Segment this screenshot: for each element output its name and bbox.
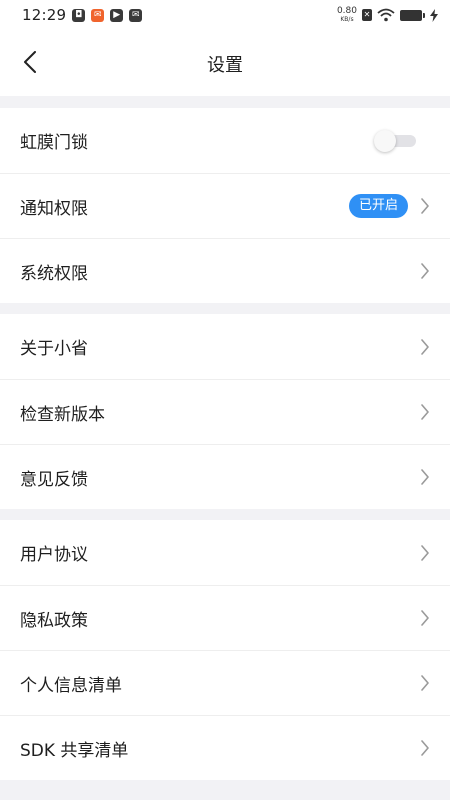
settings-group-legal: 用户协议 隐私政策 个人信息清单 SDK 共享清单 [0,520,450,780]
status-left: 12:29 ◘ ✉ ▶ ✉ [22,6,143,24]
settings-row-system-permission[interactable]: 系统权限 [0,238,450,303]
settings-group-about: 关于小省 检查新版本 意见反馈 [0,314,450,509]
page-title: 设置 [207,55,243,76]
chevron-right-icon [421,610,429,626]
row-label: 隐私政策 [20,610,88,631]
net-speed-unit: KB/s [340,16,354,23]
charging-icon [430,8,438,22]
chevron-right-icon [421,469,429,485]
row-label: 检查新版本 [20,404,105,425]
row-label: 关于小省 [20,339,88,359]
settings-row-feedback[interactable]: 意见反馈 [0,444,450,509]
iris-lock-toggle[interactable] [374,129,416,152]
chevron-right-icon [421,544,429,561]
wifi-icon [377,8,395,22]
settings-row-check-update[interactable]: 检查新版本 [0,379,450,444]
row-label: 通知权限 [20,198,88,219]
chevron-right-icon [421,338,429,355]
settings-group-permissions: 虹膜门锁 通知权限 已开启 系统权限 [0,108,450,303]
chevron-right-icon [421,263,429,279]
settings-row-iris-lock: 虹膜门锁 [0,108,450,173]
row-label: 意见反馈 [20,469,88,490]
row-label: 虹膜门锁 [20,133,88,153]
app-notification-icon-4: ✉ [129,8,143,22]
row-label: SDK 共享清单 [20,740,129,761]
status-right: 0.80 KB/s ✕ [337,7,438,23]
battery-icon [400,9,425,21]
chevron-right-icon [421,740,429,756]
status-bar: 12:29 ◘ ✉ ▶ ✉ 0.80 KB/s ✕ [0,0,450,30]
row-label: 个人信息清单 [20,675,122,696]
chevron-right-icon [421,404,429,420]
settings-row-sdk-sharing-list[interactable]: SDK 共享清单 [0,715,450,780]
row-label: 用户协议 [20,545,88,565]
app-notification-icon-2: ✉ [91,8,105,22]
status-time: 12:29 [22,6,67,24]
chevron-right-icon [421,198,429,214]
status-badge: 已开启 [348,194,408,218]
settings-row-user-agreement[interactable]: 用户协议 [0,520,450,585]
sim-icon: ✕ [362,9,372,21]
settings-row-about[interactable]: 关于小省 [0,314,450,379]
row-label: 系统权限 [20,263,88,284]
app-notification-icon-3: ▶ [110,8,124,22]
net-speed: 0.80 KB/s [337,7,357,23]
net-speed-value: 0.80 [336,6,357,16]
app-notification-icon-1: ◘ [72,8,86,22]
settings-row-notification-permission[interactable]: 通知权限 已开启 [0,173,450,238]
settings-row-privacy-policy[interactable]: 隐私政策 [0,585,450,650]
chevron-right-icon [421,675,429,691]
navigation-bar: 设置 [0,30,450,96]
settings-row-personal-info-list[interactable]: 个人信息清单 [0,650,450,715]
toggle-knob [374,129,396,152]
